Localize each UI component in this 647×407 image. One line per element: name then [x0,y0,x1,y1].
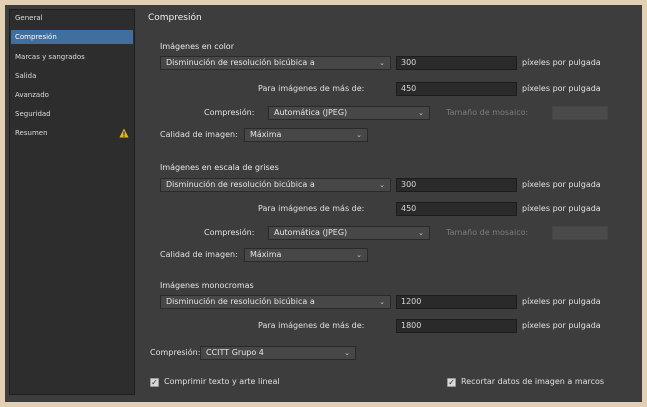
sidebar-item-salida[interactable]: Salida [11,69,133,83]
color-resolution-input[interactable]: 300 [396,56,517,70]
color-compression-label: Compresión: [204,108,255,117]
sidebar-item-label: Avanzado [15,91,49,99]
chevron-down-icon: ⌄ [379,59,385,67]
input-value: 1200 [401,297,422,306]
sidebar-item-general[interactable]: General [11,11,133,25]
crop-image-data-label: Recortar datos de imagen a marcos [461,377,605,386]
color-compression-dropdown[interactable]: Automática (JPEG) ⌄ [268,106,430,120]
gray-tile-size-input[interactable] [552,226,608,240]
sidebar-item-seguridad[interactable]: Seguridad [11,107,133,121]
warning-icon [119,128,129,138]
color-images-heading: Imágenes en color [160,42,234,51]
gray-resolution-input[interactable]: 300 [396,178,517,192]
color-quality-label: Calidad de imagen: [160,130,238,139]
chevron-down-icon: ⌄ [379,181,385,189]
color-tile-size-label: Tamaño de mosaico: [446,108,529,117]
sidebar-item-label: Resumen [15,129,48,137]
chevron-down-icon: ⌄ [418,229,424,237]
gray-resolution-unit: píxeles por pulgada [522,180,601,189]
gray-quality-dropdown[interactable]: Máxima ⌄ [244,248,368,262]
mono-resolution-unit: píxeles por pulgada [522,297,601,306]
color-above-unit: píxeles por pulgada [522,84,601,93]
gray-downsample-method-dropdown[interactable]: Disminución de resolución bicúbica a ⌄ [160,178,391,192]
sidebar-item-compresion[interactable]: Compresión [11,30,133,44]
dropdown-value: Automática (JPEG) [274,108,348,117]
gray-compression-dropdown[interactable]: Automática (JPEG) ⌄ [268,226,430,240]
color-resolution-unit: píxeles por pulgada [522,58,601,67]
gray-quality-label: Calidad de imagen: [160,250,238,259]
sidebar-item-resumen[interactable]: Resumen [11,126,133,140]
chevron-down-icon: ⌄ [344,349,350,357]
dropdown-value: Disminución de resolución bicúbica a [166,58,315,67]
compress-text-label: Comprimir texto y arte lineal [164,377,280,386]
dropdown-value: Máxima [250,130,282,139]
sidebar-item-label: Salida [15,72,37,80]
gray-above-input[interactable]: 450 [396,202,517,216]
sidebar-item-label: Marcas y sangrados [15,53,85,61]
color-downsample-method-dropdown[interactable]: Disminución de resolución bicúbica a ⌄ [160,56,391,70]
sidebar-item-label: Compresión [15,33,57,41]
gray-above-unit: píxeles por pulgada [522,204,601,213]
color-tile-size-input[interactable] [552,106,608,120]
mono-above-input[interactable]: 1800 [396,319,517,333]
sidebar-item-label: General [15,14,43,22]
compress-text-checkbox[interactable]: ✓ [150,378,159,387]
crop-image-data-checkbox[interactable]: ✓ [447,378,456,387]
checkmark-icon: ✓ [151,378,158,387]
chevron-down-icon: ⌄ [418,109,424,117]
mono-above-label: Para imágenes de más de: [258,321,365,330]
dropdown-value: Disminución de resolución bicúbica a [166,180,315,189]
checkmark-icon: ✓ [448,378,455,387]
chevron-down-icon: ⌄ [356,131,362,139]
sidebar-item-avanzado[interactable]: Avanzado [11,88,133,102]
mono-compression-label: Compresión: [150,348,201,357]
dropdown-value: CCITT Grupo 4 [206,348,264,357]
input-value: 300 [401,58,417,67]
mono-above-unit: píxeles por pulgada [522,321,601,330]
color-above-label: Para imágenes de más de: [258,84,365,93]
dropdown-value: Automática (JPEG) [274,228,348,237]
input-value: 450 [401,84,417,93]
gray-above-label: Para imágenes de más de: [258,204,365,213]
sidebar-item-label: Seguridad [15,110,51,118]
gray-tile-size-label: Tamaño de mosaico: [446,228,529,237]
sidebar-item-marcas-y-sangrados[interactable]: Marcas y sangrados [11,50,133,64]
chevron-down-icon: ⌄ [379,298,385,306]
gray-compression-label: Compresión: [204,228,255,237]
input-value: 1800 [401,321,422,330]
mono-downsample-method-dropdown[interactable]: Disminución de resolución bicúbica a ⌄ [160,295,391,309]
mono-resolution-input[interactable]: 1200 [396,295,517,309]
color-quality-dropdown[interactable]: Máxima ⌄ [244,128,368,142]
mono-images-heading: Imágenes monocromas [160,281,254,290]
panel-title: Compresión [148,13,202,23]
input-value: 300 [401,180,417,189]
color-above-input[interactable]: 450 [396,82,517,96]
dropdown-value: Máxima [250,250,282,259]
input-value: 450 [401,204,417,213]
mono-compression-dropdown[interactable]: CCITT Grupo 4 ⌄ [200,346,356,360]
gray-images-heading: Imágenes en escala de grises [160,163,279,172]
dropdown-value: Disminución de resolución bicúbica a [166,297,315,306]
chevron-down-icon: ⌄ [356,251,362,259]
sidebar: General Compresión Marcas y sangrados Sa… [9,9,135,395]
